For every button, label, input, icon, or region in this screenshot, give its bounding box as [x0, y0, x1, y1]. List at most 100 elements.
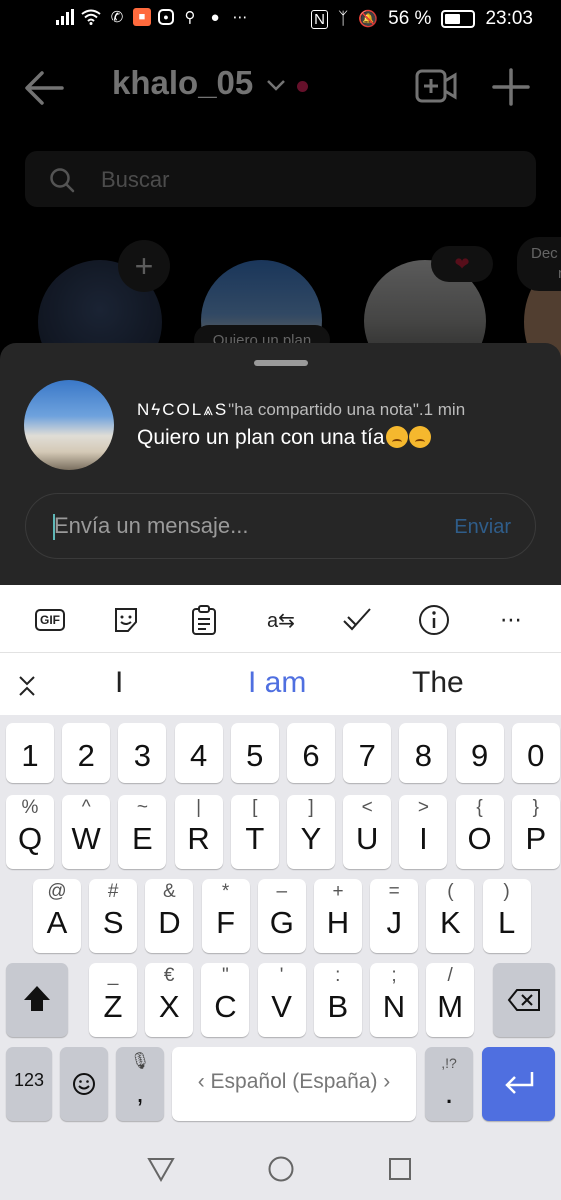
emoji-key[interactable]: [60, 1047, 108, 1121]
key-8[interactable]: 8: [399, 723, 448, 783]
key-9[interactable]: 9: [455, 723, 504, 783]
new-message-icon[interactable]: [492, 68, 530, 106]
comma-key[interactable]: 🎙 ,: [116, 1047, 164, 1121]
key-s[interactable]: # S: [89, 879, 138, 953]
key-alt-label: }: [532, 797, 539, 818]
key-label: F: [216, 905, 236, 940]
key-f[interactable]: * F: [201, 879, 250, 953]
note-bubble-3[interactable]: Dec no: [517, 237, 561, 291]
recents-nav-icon[interactable]: [388, 1157, 412, 1181]
home-nav-icon[interactable]: [267, 1155, 295, 1183]
key-label: B: [327, 989, 349, 1024]
send-button[interactable]: Enviar: [454, 516, 511, 539]
translate-icon[interactable]: a⇆: [261, 600, 301, 640]
key-label: M: [437, 989, 464, 1024]
key-6[interactable]: 6: [287, 723, 335, 783]
key-label: 1: [21, 738, 39, 773]
key-alt-label: |: [196, 797, 202, 818]
note-bubble-3-line1: Dec: [531, 245, 558, 262]
key-h[interactable]: + H: [314, 879, 362, 953]
shopping-app-icon: ■: [133, 8, 151, 26]
suggestion-1[interactable]: I: [115, 666, 123, 700]
back-nav-icon[interactable]: [146, 1156, 176, 1182]
key-b[interactable]: :B: [313, 963, 362, 1037]
note-reply-sheet: NϟCOL⩓S"ha compartido una nota".1 min Qu…: [0, 343, 561, 585]
key-7[interactable]: 7: [343, 723, 392, 783]
key-3[interactable]: 3: [118, 723, 167, 783]
space-key[interactable]: ‹ Español (España) ›: [172, 1047, 416, 1121]
key-label: 0: [527, 738, 545, 773]
heart-icon: ❤: [454, 253, 470, 274]
info-icon[interactable]: [414, 600, 454, 640]
key-c[interactable]: " C: [201, 963, 250, 1037]
back-arrow-icon[interactable]: [24, 70, 64, 106]
key-m[interactable]: / M: [426, 963, 475, 1037]
key-label: C: [214, 989, 237, 1024]
key-r[interactable]: | R: [174, 795, 223, 869]
shift-key[interactable]: [6, 963, 68, 1037]
key-o[interactable]: {O: [455, 795, 504, 869]
tired-face-emoji-icon: [408, 426, 431, 448]
key-2[interactable]: 2: [62, 723, 111, 783]
key-y[interactable]: ] Y: [287, 795, 335, 869]
suggestion-2[interactable]: I am: [248, 666, 306, 700]
key-label: 2: [77, 738, 95, 773]
sticker-icon[interactable]: [106, 600, 146, 640]
key-label: Y: [300, 821, 322, 856]
key-k[interactable]: (K: [426, 879, 475, 953]
key-5[interactable]: 5: [230, 723, 279, 783]
shift-icon: [24, 986, 50, 1011]
collapse-suggestions-icon[interactable]: [17, 674, 37, 698]
message-input[interactable]: Envía un mensaje... Enviar: [25, 493, 536, 559]
key-label: X: [158, 989, 180, 1024]
note-bubble-2[interactable]: ❤: [431, 246, 493, 282]
toolbar-divider: [0, 652, 561, 653]
key-alt-label: *: [221, 881, 230, 902]
key-label: H: [326, 905, 350, 940]
search-input[interactable]: Buscar: [25, 151, 536, 207]
key-j[interactable]: = J: [370, 879, 419, 953]
key-d[interactable]: & D: [145, 879, 194, 953]
key-n[interactable]: ; N: [370, 963, 418, 1037]
author-name[interactable]: NϟCOL⩓S: [137, 400, 228, 419]
backspace-key[interactable]: [493, 963, 555, 1037]
gif-icon[interactable]: GIF: [30, 600, 70, 640]
sheet-drag-handle[interactable]: [254, 360, 308, 366]
chevron-down-icon[interactable]: [266, 78, 286, 92]
key-g[interactable]: – G: [257, 879, 306, 953]
key-v[interactable]: ' V: [257, 963, 306, 1037]
key-alt-label: [: [252, 797, 258, 818]
key-x[interactable]: € X: [145, 963, 194, 1037]
add-note-button[interactable]: +: [118, 240, 170, 292]
message-placeholder: Envía un mensaje...: [54, 513, 249, 538]
key-4[interactable]: 4: [174, 723, 223, 783]
key-label: V: [271, 989, 292, 1024]
suggestion-3[interactable]: The: [412, 666, 464, 700]
key-t[interactable]: [T: [230, 795, 279, 869]
more-icon[interactable]: ⋯: [491, 600, 531, 640]
account-username[interactable]: khalo_05: [112, 64, 253, 102]
key-alt-label: =: [388, 881, 400, 902]
status-bar: ✆ ■ ● ⚲ ● ⋯ N ᛉ 🔕 56 % 23:03: [0, 0, 561, 42]
handwriting-icon[interactable]: [337, 600, 377, 640]
new-video-call-icon[interactable]: [415, 68, 457, 106]
clipboard-icon[interactable]: [184, 600, 224, 640]
key-z[interactable]: _ Z: [89, 963, 137, 1037]
key-p[interactable]: } P: [511, 795, 560, 869]
period-key[interactable]: ,!? .: [425, 1047, 473, 1121]
numbers-key[interactable]: 123: [6, 1047, 52, 1121]
key-i[interactable]: > I: [399, 795, 448, 869]
key-e[interactable]: ~ E: [118, 795, 167, 869]
key-a[interactable]: @ A: [33, 879, 81, 953]
notification-dot: [297, 81, 308, 92]
key-u[interactable]: < U: [343, 795, 392, 869]
author-avatar[interactable]: [24, 380, 114, 470]
wifi-icon: [81, 9, 101, 25]
key-alt-label: (: [447, 881, 454, 902]
key-l[interactable]: ) L: [482, 879, 531, 953]
key-0[interactable]: 0: [511, 723, 560, 783]
key-w[interactable]: ^ W: [62, 795, 111, 869]
key-q[interactable]: % Q: [6, 795, 54, 869]
enter-key[interactable]: [482, 1047, 555, 1121]
key-1[interactable]: 1: [6, 723, 54, 783]
